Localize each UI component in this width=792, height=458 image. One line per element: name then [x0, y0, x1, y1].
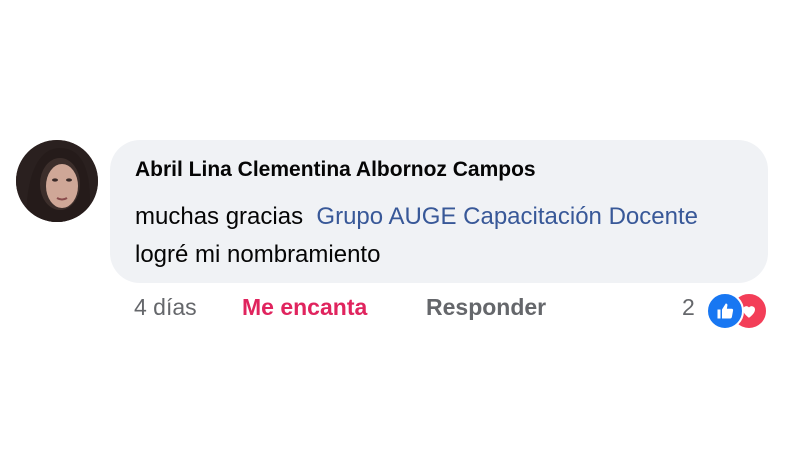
avatar[interactable]	[16, 140, 98, 222]
comment-text-end: logré mi nombramiento	[135, 241, 381, 268]
comment-text: muchas gracias Grupo AUGE Capacitación D…	[135, 198, 755, 274]
love-reaction-button[interactable]: Me encanta	[242, 294, 367, 321]
comment: Abril Lina Clementina Albornoz Campos mu…	[14, 140, 784, 340]
mention-link[interactable]: Grupo AUGE Capacitación Docente	[316, 203, 698, 230]
comment-bubble: Abril Lina Clementina Albornoz Campos mu…	[110, 140, 768, 283]
comment-author[interactable]: Abril Lina Clementina Albornoz Campos	[135, 158, 536, 182]
comment-text-start: muchas gracias	[135, 203, 304, 230]
reply-button[interactable]: Responder	[426, 294, 546, 321]
timestamp[interactable]: 4 días	[134, 294, 197, 321]
like-icon	[706, 292, 744, 330]
reaction-count: 2	[682, 294, 695, 320]
